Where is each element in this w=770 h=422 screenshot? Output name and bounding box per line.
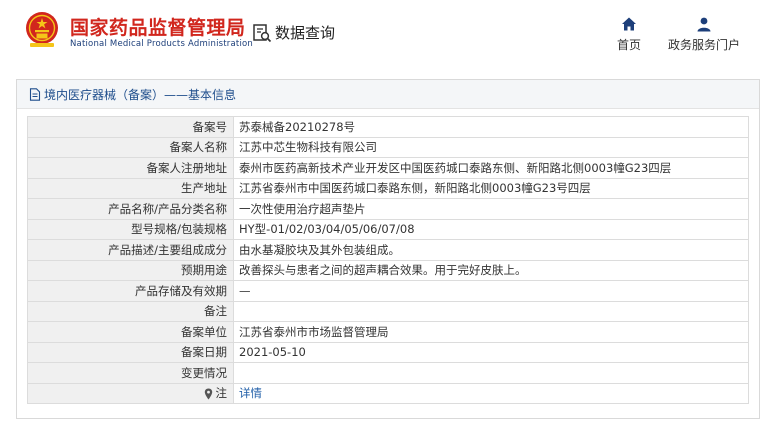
row-label: 变更情况 — [27, 362, 234, 384]
panel-title: 境内医疗器械（备案）——基本信息 — [44, 87, 237, 102]
row-label: 备案号 — [27, 116, 234, 138]
table-row: 备案人名称 江苏中芯生物科技有限公司 — [27, 136, 749, 158]
search-document-icon — [253, 23, 272, 42]
document-icon — [29, 87, 41, 101]
row-label: 注 — [27, 382, 234, 404]
row-label: 备案日期 — [27, 341, 234, 363]
row-label: 产品存储及有效期 — [27, 280, 234, 302]
table-row: 产品存储及有效期 — — [27, 280, 749, 302]
user-icon — [697, 17, 711, 32]
brand-name-cn[interactable]: 国家药品监督管理局 — [70, 13, 246, 40]
panel-header: 境内医疗器械（备案）——基本信息 — [17, 80, 759, 109]
brand-name-en: National Medical Products Administration — [70, 39, 253, 49]
row-label: 型号规格/包装规格 — [27, 218, 234, 240]
data-query-link[interactable]: 数据查询 — [252, 22, 335, 43]
table-row: 产品名称/产品分类名称 一次性使用治疗超声垫片 — [27, 198, 749, 220]
row-value: — — [233, 280, 749, 302]
row-value: 由水基凝胶块及其外包装组成。 — [233, 239, 749, 261]
details-link[interactable]: 详情 — [239, 386, 262, 400]
row-label: 预期用途 — [27, 259, 234, 281]
table-row: 备注 — [27, 300, 749, 322]
table-row: 备案日期 2021-05-10 — [27, 341, 749, 363]
row-value: 江苏省泰州市市场监督管理局 — [233, 321, 749, 343]
row-label: 产品描述/主要组成成分 — [27, 239, 234, 261]
table-row: 备案号 苏泰械备20210278号 — [27, 116, 749, 138]
note-label: 注 — [215, 386, 228, 401]
data-query-label: 数据查询 — [275, 24, 336, 42]
table-row: 型号规格/包装规格 HY型-01/02/03/04/05/06/07/08 — [27, 218, 749, 240]
row-label: 产品名称/产品分类名称 — [27, 198, 234, 220]
row-value: 一次性使用治疗超声垫片 — [233, 198, 749, 220]
site-header: 国家药品监督管理局 National Medical Products Admi… — [0, 0, 770, 68]
row-label: 备案人注册地址 — [27, 157, 234, 179]
home-icon — [622, 17, 636, 31]
row-value: 泰州市医药高新技术产业开发区中国医药城口泰路东侧、新阳路北侧0003幢G23四层 — [233, 157, 749, 179]
row-value: 详情 — [233, 382, 749, 404]
row-value: HY型-01/02/03/04/05/06/07/08 — [233, 218, 749, 240]
table-row: 生产地址 江苏省泰州市中国医药城口泰路东侧，新阳路北侧0003幢G23号四层 — [27, 177, 749, 199]
row-label: 备案人名称 — [27, 136, 234, 158]
row-value: 改善探头与患者之间的超声耦合效果。用于完好皮肤上。 — [233, 259, 749, 281]
table-row: 注 详情 — [27, 382, 749, 404]
table-row: 变更情况 — [27, 362, 749, 384]
nav-home-label: 首页 — [617, 38, 642, 52]
detail-panel: 境内医疗器械（备案）——基本信息 备案号 苏泰械备20210278号 备案人名称… — [16, 79, 760, 419]
nav-home[interactable]: 首页 — [617, 16, 641, 53]
row-value — [233, 362, 749, 384]
row-value — [233, 300, 749, 322]
table-row: 备案单位 江苏省泰州市市场监督管理局 — [27, 321, 749, 343]
row-value: 江苏省泰州市中国医药城口泰路东侧，新阳路北侧0003幢G23号四层 — [233, 177, 749, 199]
record-table: 备案号 苏泰械备20210278号 备案人名称 江苏中芯生物科技有限公司 备案人… — [27, 116, 749, 404]
table-row: 备案人注册地址 泰州市医药高新技术产业开发区中国医药城口泰路东侧、新阳路北侧00… — [27, 157, 749, 179]
pin-icon — [204, 388, 212, 400]
nav-service-portal[interactable]: 政务服务门户 — [668, 16, 740, 53]
row-label: 生产地址 — [27, 177, 234, 199]
row-value: 苏泰械备20210278号 — [233, 116, 749, 138]
row-label: 备案单位 — [27, 321, 234, 343]
row-label: 备注 — [27, 300, 234, 322]
row-value: 江苏中芯生物科技有限公司 — [233, 136, 749, 158]
table-row: 预期用途 改善探头与患者之间的超声耦合效果。用于完好皮肤上。 — [27, 259, 749, 281]
national-emblem-icon — [26, 12, 58, 47]
row-value: 2021-05-10 — [233, 341, 749, 363]
table-row: 产品描述/主要组成成分 由水基凝胶块及其外包装组成。 — [27, 239, 749, 261]
nav-service-label: 政务服务门户 — [668, 38, 741, 52]
